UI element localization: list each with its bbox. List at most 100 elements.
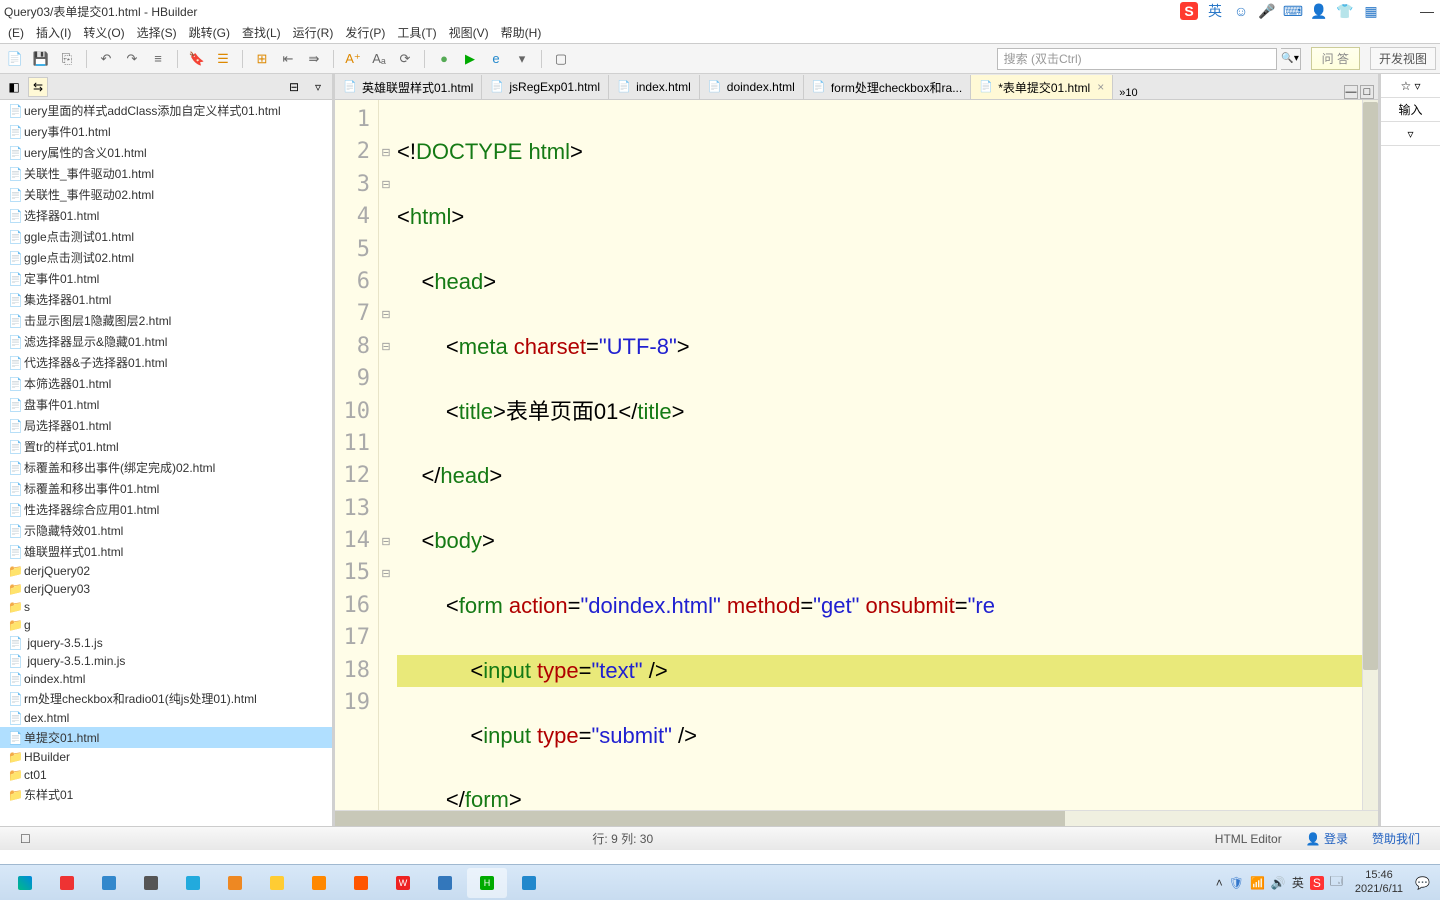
tab-max-icon[interactable]: □ [1360, 85, 1374, 99]
editor-tab-active[interactable]: 📄*表单提交01.html× [971, 75, 1113, 99]
ime-user-icon[interactable]: 👤 [1310, 2, 1328, 20]
tray-ime-icon[interactable]: 英 [1292, 874, 1304, 891]
right-panel-dropdown[interactable]: ▿ [1381, 122, 1440, 146]
add-tag-icon[interactable]: ⊞ [251, 48, 273, 70]
ime-icon-s[interactable]: S [1180, 2, 1198, 20]
tree-item[interactable]: 📄定事件01.html [0, 268, 332, 289]
menu-help[interactable]: 帮助(H) [495, 24, 548, 41]
tray-chevron-icon[interactable]: ˄ [1216, 876, 1223, 890]
tree-item[interactable]: 📄关联性_事件驱动02.html [0, 184, 332, 205]
tree-folder[interactable]: 📁ct01 [0, 766, 332, 784]
text-a-icon[interactable]: A⁺ [342, 48, 364, 70]
taskbar-hbuilder-icon[interactable]: H [467, 868, 507, 898]
tree-item[interactable]: 📄rm处理checkbox和radio01(纯js处理01).html [0, 688, 332, 709]
right-panel-input[interactable]: 输入 [1381, 98, 1440, 122]
status-login-link[interactable]: 👤 登录 [1294, 830, 1360, 847]
tree-item[interactable]: 📄置tr的样式01.html [0, 436, 332, 457]
close-tab-icon[interactable]: × [1097, 80, 1104, 94]
taskbar-clock[interactable]: 15:46 2021/6/11 [1349, 869, 1409, 895]
right-panel-tab[interactable]: ☆ ▿ [1381, 74, 1440, 98]
tree-item[interactable]: 📄雄联盟样式01.html [0, 541, 332, 562]
tray-wifi-icon[interactable]: 📶 [1250, 876, 1265, 890]
tree-item[interactable]: 📄dex.html [0, 709, 332, 727]
save-icon[interactable]: 💾 [30, 48, 52, 70]
editor-tab[interactable]: 📄英雄联盟样式01.html [335, 75, 482, 99]
refresh-icon[interactable]: ⟳ [394, 48, 416, 70]
search-input[interactable]: 搜索 (双击Ctrl) [997, 48, 1277, 70]
sidebar-tab-link[interactable]: ⇆ [28, 77, 48, 97]
minimize-icon[interactable]: — [1418, 2, 1436, 20]
taskbar-picture-icon[interactable] [425, 868, 465, 898]
ime-keyboard-icon[interactable]: ⌨ [1284, 2, 1302, 20]
more-browser-icon[interactable]: ▾ [511, 48, 533, 70]
status-donate-link[interactable]: 赞助我们 [1360, 830, 1432, 847]
menu-escape[interactable]: 转义(O) [77, 24, 130, 41]
editor-tab[interactable]: 📄jsRegExp01.html [482, 75, 609, 99]
tree-item[interactable]: 📄uery属性的含义01.html [0, 142, 332, 163]
menu-goto[interactable]: 跳转(G) [183, 24, 236, 41]
taskbar-app-icon[interactable] [47, 868, 87, 898]
menu-tools[interactable]: 工具(T) [391, 24, 442, 41]
system-tray[interactable]: ˄ 🛡 📶 🔊 英 S 🗔 15:46 2021/6/11 💬 [1210, 869, 1436, 895]
indent-icon[interactable]: ⇛ [303, 48, 325, 70]
editor-tab[interactable]: 📄index.html [609, 75, 700, 99]
tree-item[interactable]: 📄性选择器综合应用01.html [0, 499, 332, 520]
tray-battery-icon[interactable]: 🗔 [1330, 872, 1343, 893]
tree-item-selected[interactable]: 📄单提交01.html [0, 727, 332, 748]
menu-publish[interactable]: 发行(P) [339, 24, 391, 41]
menu-insert[interactable]: 插入(I) [30, 24, 77, 41]
device-icon[interactable]: ▢ [550, 48, 572, 70]
tree-folder[interactable]: 📁东样式01 [0, 784, 332, 805]
taskbar-sublime-icon[interactable] [299, 868, 339, 898]
format-icon[interactable]: ≡ [147, 48, 169, 70]
browser-icon[interactable]: ● [433, 48, 455, 70]
taskbar-explorer-icon[interactable] [89, 868, 129, 898]
tree-item[interactable]: 📄关联性_事件驱动01.html [0, 163, 332, 184]
taskbar-search-icon[interactable] [215, 868, 255, 898]
menu-select[interactable]: 选择(S) [131, 24, 183, 41]
taskbar-folder-icon[interactable] [257, 868, 297, 898]
tree-item[interactable]: 📄ggle点击测试02.html [0, 247, 332, 268]
bookmark-icon[interactable]: 🔖 [186, 48, 208, 70]
ime-grid-icon[interactable]: ▦ [1362, 2, 1380, 20]
tree-folder[interactable]: 📁HBuilder [0, 748, 332, 766]
menu-view[interactable]: 视图(V) [443, 24, 495, 41]
outdent-icon[interactable]: ⇤ [277, 48, 299, 70]
menu-find[interactable]: 查找(L) [236, 24, 287, 41]
tree-item[interactable]: 📄标覆盖和移出事件01.html [0, 478, 332, 499]
menu-edit[interactable]: (E) [2, 26, 30, 40]
fold-column[interactable]: ⊟⊟ ⊟⊟ ⊟⊟ [379, 100, 393, 810]
tree-folder[interactable]: 📁s [0, 598, 332, 616]
save-all-icon[interactable]: ⎘ [56, 48, 78, 70]
tray-s-icon[interactable]: S [1310, 876, 1324, 890]
taskbar-wps-icon[interactable]: W [383, 868, 423, 898]
search-dropdown-icon[interactable]: 🔍▾ [1281, 48, 1301, 70]
tree-item[interactable]: 📄uery事件01.html [0, 121, 332, 142]
tab-min-icon[interactable]: — [1344, 85, 1358, 99]
tree-item[interactable]: 📄盘事件01.html [0, 394, 332, 415]
undo-icon[interactable]: ↶ [95, 48, 117, 70]
tree-item[interactable]: 📄uery里面的样式addClass添加自定义样式01.html [0, 100, 332, 121]
tree-item[interactable]: 📄 jquery-3.5.1.js [0, 634, 332, 652]
tree-item[interactable]: 📄标覆盖和移出事件(绑定完成)02.html [0, 457, 332, 478]
redo-icon[interactable]: ↷ [121, 48, 143, 70]
taskbar-settings-icon[interactable] [131, 868, 171, 898]
tree-item[interactable]: 📄代选择器&子选择器01.html [0, 352, 332, 373]
editor-tab[interactable]: 📄form处理checkbox和ra... [804, 75, 971, 99]
tray-shield-icon[interactable]: 🛡 [1229, 876, 1244, 890]
ime-lang[interactable]: 英 [1206, 2, 1224, 20]
tree-folder[interactable]: 📁derjQuery03 [0, 580, 332, 598]
tree-item[interactable]: 📄oindex.html [0, 670, 332, 688]
taskbar-edge-icon[interactable] [5, 868, 45, 898]
taskbar-image-icon[interactable] [509, 868, 549, 898]
ie-icon[interactable]: e [485, 48, 507, 70]
tree-item[interactable]: 📄局选择器01.html [0, 415, 332, 436]
qa-button[interactable]: 问 答 [1311, 47, 1360, 70]
horizontal-scrollbar[interactable] [335, 810, 1378, 826]
tree-item[interactable]: 📄滤选择器显示&隐藏01.html [0, 331, 332, 352]
tree-item[interactable]: 📄ggle点击测试01.html [0, 226, 332, 247]
code-content[interactable]: <!DOCTYPE html> <html> <head> <meta char… [393, 100, 1362, 810]
tab-overflow[interactable]: »10 [1113, 87, 1143, 99]
tree-folder[interactable]: 📁g [0, 616, 332, 634]
ime-mic-icon[interactable]: 🎤 [1258, 2, 1276, 20]
